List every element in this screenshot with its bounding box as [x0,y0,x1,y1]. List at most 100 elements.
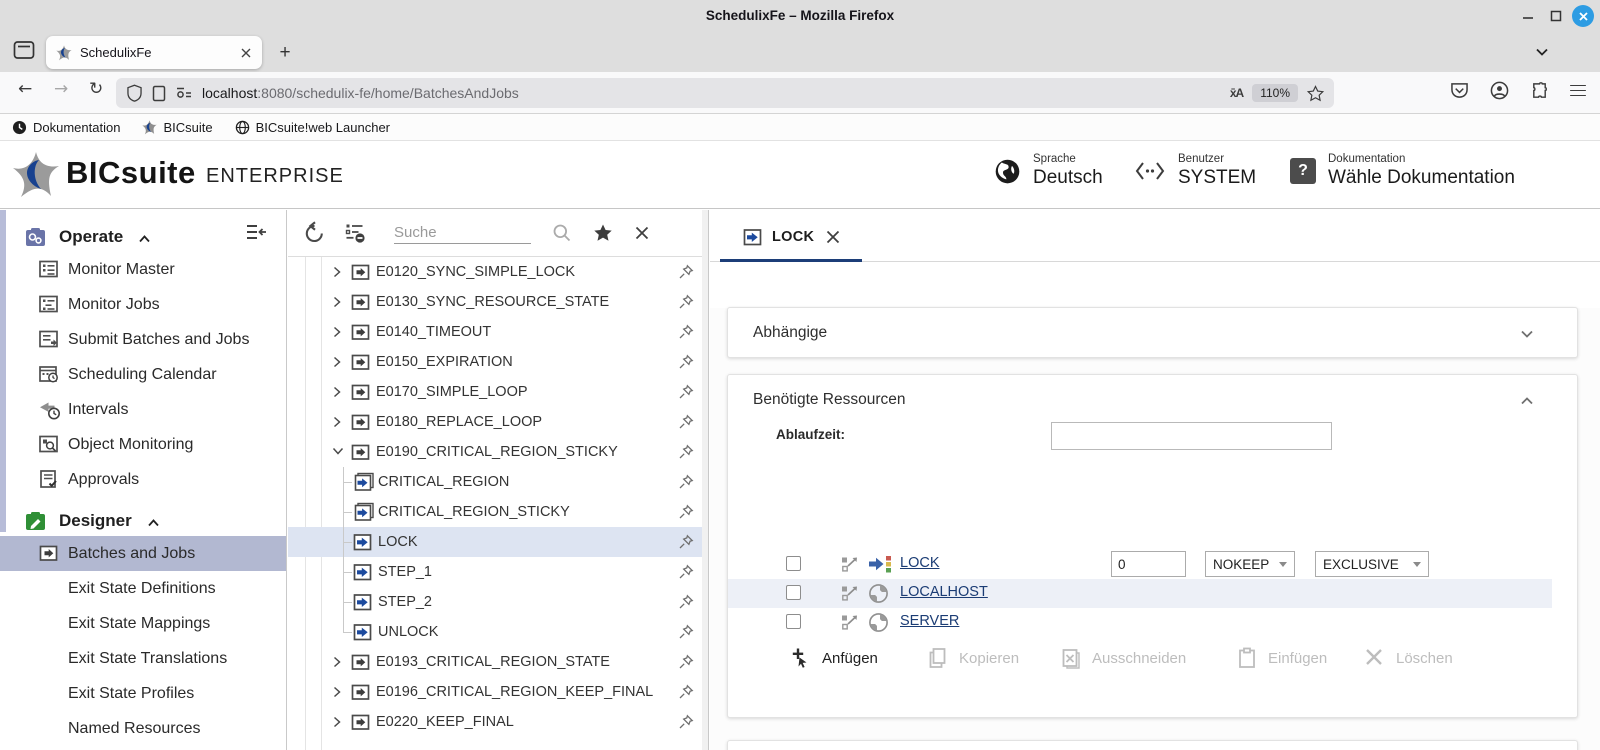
tree-item[interactable]: E0193_CRITICAL_REGION_STATE [288,647,702,677]
documentation-menu[interactable]: ? Dokumentation Wähle Dokumentation [1290,153,1515,189]
action-button[interactable]: Kopieren [927,647,1019,669]
action-button[interactable]: Anfügen [790,647,878,669]
row-checkbox[interactable] [786,585,801,600]
pin-icon[interactable] [678,384,694,400]
toolbar-icon[interactable] [886,273,911,298]
sidebar-item[interactable]: Intervals [0,392,286,427]
resource-link[interactable]: SERVER [900,613,959,629]
menu-icon[interactable] [1570,84,1586,97]
url-bar[interactable]: localhost:8080/schedulix-fe/home/Batches… [116,78,1334,108]
action-button[interactable]: Einfügen [1236,647,1327,669]
tab-close-icon[interactable] [240,47,252,59]
user-menu[interactable]: Benutzer SYSTEM [1134,153,1256,189]
expand-chevron-icon[interactable] [332,356,350,368]
firefox-view-icon[interactable] [13,40,35,60]
page-info-icon[interactable] [152,85,166,102]
detail-tab-close-icon[interactable] [825,229,841,245]
tree-item[interactable]: E0130_SYNC_RESOURCE_STATE [288,287,702,317]
tree-item[interactable]: CRITICAL_REGION [288,467,702,497]
bookmark-star-icon[interactable] [1307,84,1324,102]
expand-chevron-icon[interactable] [332,416,350,428]
bookmark-item[interactable]: BICsuite!web Launcher [235,120,390,135]
tree-item[interactable]: E0170_SIMPLE_LOOP [288,377,702,407]
tree-item[interactable]: STEP_1 [288,557,702,587]
keep-select[interactable]: NOKEEP [1205,551,1295,577]
sidebar-item[interactable]: Exit State Translations [0,641,286,676]
close-button[interactable] [1572,5,1594,27]
refresh-icon[interactable] [302,221,326,245]
expand-chevron-icon[interactable] [332,296,350,308]
permissions-icon[interactable] [175,86,193,100]
tree-item[interactable]: E0180_REPLACE_LOOP [288,407,702,437]
pin-icon[interactable] [678,414,694,430]
new-tab-button[interactable]: + [272,40,298,66]
sidebar-item[interactable]: Monitor Master [0,252,286,287]
tree-item[interactable]: CRITICAL_REGION_STICKY [288,497,702,527]
pin-icon[interactable] [678,654,694,670]
sidebar-item[interactable]: Named Resources [0,711,286,746]
tree-item[interactable]: E0220_KEEP_FINAL [288,707,702,737]
bookmark-item[interactable]: BICsuite [142,120,213,135]
url-text[interactable]: localhost:8080/schedulix-fe/home/Batches… [202,85,1221,101]
sidebar-section-designer[interactable]: Designer [0,506,286,536]
resource-link[interactable]: LOCK [900,555,940,571]
sidebar-item[interactable]: Object Monitoring [0,427,286,462]
timeout-input[interactable] [1051,422,1332,450]
pin-icon[interactable] [678,624,694,640]
amount-input[interactable] [1111,551,1186,577]
tree-item[interactable]: LOCK [288,527,702,557]
tree-item[interactable]: E0190_CRITICAL_REGION_STICKY [288,437,702,467]
hierarchy-icon[interactable] [840,613,860,632]
lockmode-select[interactable]: EXCLUSIVE [1315,551,1429,577]
extensions-icon[interactable] [1530,81,1549,100]
toolbar-icon[interactable] [1236,273,1261,298]
row-checkbox[interactable] [786,614,801,629]
pin-icon[interactable] [678,324,694,340]
pin-icon[interactable] [678,714,694,730]
action-button[interactable]: Ausschneiden [1060,647,1186,669]
sidebar-item[interactable]: Exit State Mappings [0,606,286,641]
collapse-section-icon[interactable] [1519,393,1535,409]
shield-icon[interactable] [126,84,143,102]
toolbar-icon[interactable] [1306,273,1331,298]
pin-icon[interactable] [678,264,694,280]
zoom-level-badge[interactable]: 110% [1252,84,1298,102]
tree-scrollbar[interactable] [702,210,709,750]
toolbar-icon[interactable] [746,273,771,298]
action-button[interactable]: Löschen [1364,647,1453,669]
tree-item[interactable]: E0196_CRITICAL_REGION_KEEP_FINAL [288,677,702,707]
sidebar-item[interactable]: Submit Batches and Jobs [0,322,286,357]
sidebar-item[interactable]: Exit State Profiles [0,676,286,711]
collapse-sidebar-icon[interactable] [244,222,268,244]
tree-item[interactable]: E0140_TIMEOUT [288,317,702,347]
hierarchy-icon[interactable] [840,555,860,574]
sidebar-item[interactable]: Exit State Definitions [0,571,286,606]
expand-chevron-icon[interactable] [332,266,350,278]
expand-chevron-icon[interactable] [332,686,350,698]
reload-icon[interactable]: ↻ [89,81,103,98]
tree-item[interactable]: E0120_SYNC_SIMPLE_LOCK [288,257,702,287]
pin-icon[interactable] [678,594,694,610]
tab-list-chevron-icon[interactable] [1534,44,1550,60]
bookmark-item[interactable]: Dokumentation [12,120,120,135]
pin-icon[interactable] [678,534,694,550]
hierarchy-icon[interactable] [840,584,860,603]
toolbar-icon[interactable] [1096,273,1121,298]
search-input[interactable] [394,222,531,243]
toolbar-icon[interactable] [1166,273,1191,298]
minimize-button[interactable] [1517,5,1539,27]
browser-tab[interactable]: SchedulixFe [46,36,262,69]
favorites-star-icon[interactable] [593,223,613,243]
search-icon[interactable] [552,223,572,243]
toolbar-icon[interactable] [816,273,841,298]
clear-search-icon[interactable] [634,225,650,241]
tree-item[interactable]: STEP_2 [288,587,702,617]
tree-item[interactable]: E0150_EXPIRATION [288,347,702,377]
expand-chevron-icon[interactable] [332,716,350,728]
back-icon[interactable]: ← [18,81,32,98]
detail-tab-lock[interactable]: LOCK [720,214,855,259]
account-icon[interactable] [1490,81,1509,100]
sidebar-scrollbar[interactable] [0,210,6,532]
expand-chevron-icon[interactable] [332,656,350,668]
row-checkbox[interactable] [786,556,801,571]
